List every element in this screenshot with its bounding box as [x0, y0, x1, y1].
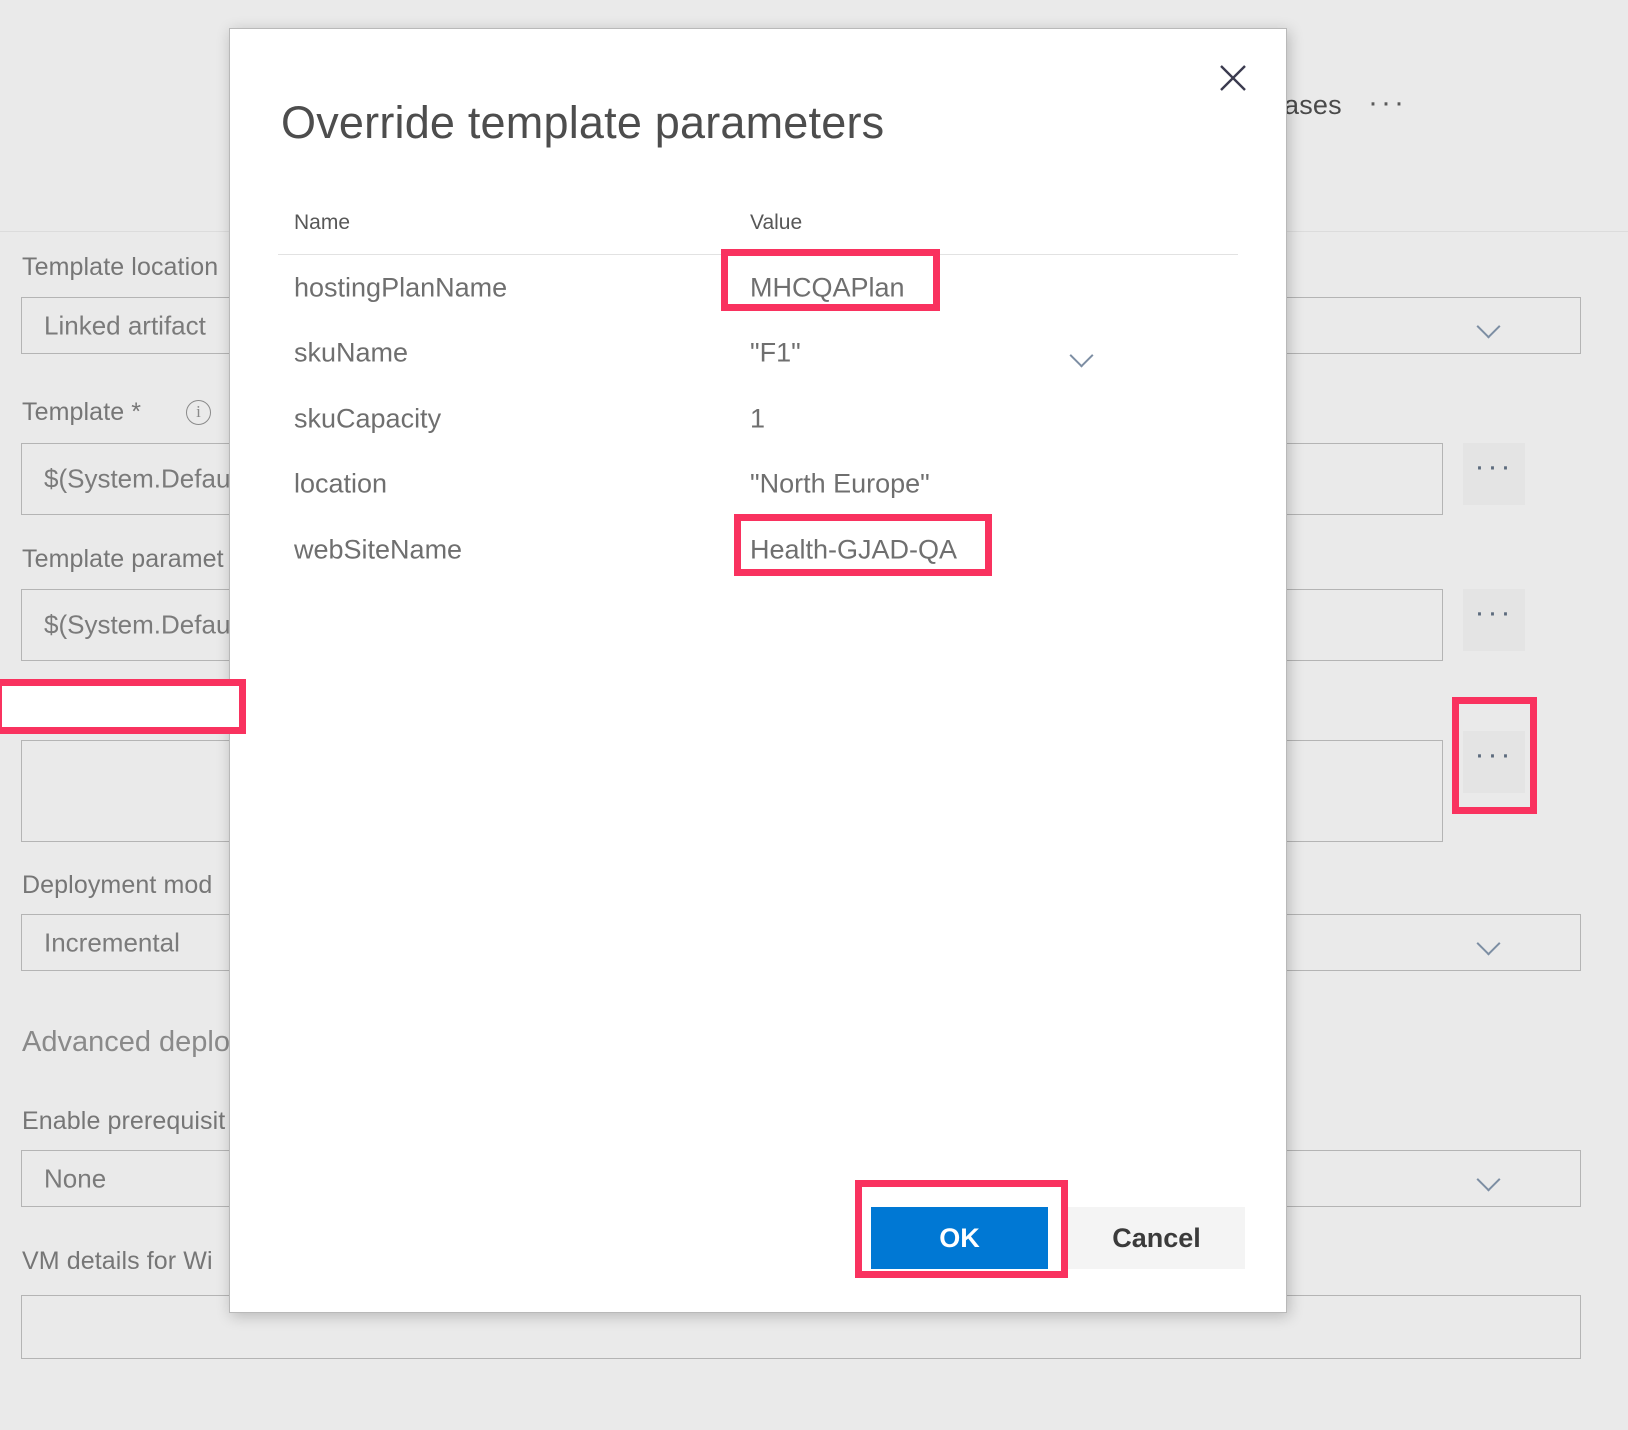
table-row: location "North Europe"	[278, 452, 1238, 518]
table-row: skuName "F1"	[278, 321, 1238, 387]
field-template-parameters-value: $(System.Defau	[44, 609, 231, 640]
browse-button-override-template-parameters[interactable]: ···	[1463, 731, 1525, 793]
param-name-hostingPlanName: hostingPlanName	[294, 272, 508, 303]
header-title-fragment: ases	[1284, 90, 1342, 120]
chevron-down-icon	[1480, 318, 1502, 340]
table-row: webSiteName Health-GJAD-QA	[278, 517, 1238, 583]
param-name-location: location	[294, 468, 388, 499]
label-template-location: Template location	[22, 253, 219, 281]
screen-root: ases ··· Template location Linked artifa…	[0, 0, 1628, 1430]
label-vm-details: VM details for Wi	[22, 1247, 213, 1275]
info-icon[interactable]: i	[186, 400, 211, 425]
table-header-row: Name Value	[278, 211, 1238, 255]
header-overflow-menu-icon[interactable]: ···	[1368, 88, 1407, 118]
override-template-parameters-dialog: Override template parameters Name Value …	[229, 28, 1287, 1313]
chevron-down-icon[interactable]	[1073, 347, 1093, 367]
param-value-skuName[interactable]: "F1"	[750, 338, 801, 369]
param-value-location[interactable]: "North Europe"	[750, 469, 930, 500]
param-value-webSiteName[interactable]: Health-GJAD-QA	[750, 534, 957, 565]
dialog-title: Override template parameters	[281, 97, 885, 148]
column-header-name: Name	[294, 211, 351, 234]
param-value-skuCapacity[interactable]: 1	[750, 403, 765, 434]
field-template-location-value: Linked artifact	[44, 310, 206, 340]
dialog-footer: OK Cancel	[230, 1192, 1286, 1312]
field-deployment-mode-value: Incremental	[44, 927, 180, 957]
chevron-down-icon	[1480, 1171, 1502, 1193]
label-template-parameters: Template paramet	[22, 545, 224, 573]
chevron-down-icon	[1480, 935, 1502, 957]
browse-button-template-parameters[interactable]: ···	[1463, 589, 1525, 651]
label-override-template-parameters: Override template	[22, 693, 223, 721]
browse-button-template[interactable]: ···	[1463, 443, 1525, 505]
field-template-value: $(System.Defau	[44, 463, 231, 494]
column-header-value: Value	[750, 211, 803, 234]
field-enable-prerequisites-value: None	[44, 1163, 107, 1193]
table-row: skuCapacity 1	[278, 386, 1238, 452]
param-name-skuName: skuName	[294, 337, 409, 368]
parameters-table: Name Value hostingPlanName MHCQAPlan sku…	[278, 211, 1238, 583]
param-name-webSiteName: webSiteName	[294, 534, 463, 565]
param-value-hostingPlanName[interactable]: MHCQAPlan	[750, 272, 905, 303]
cancel-button[interactable]: Cancel	[1068, 1207, 1245, 1269]
close-icon[interactable]	[1210, 55, 1256, 101]
section-header-advanced-deployment: Advanced deplo	[22, 1026, 230, 1058]
table-row: hostingPlanName MHCQAPlan	[278, 255, 1238, 321]
label-enable-prerequisites: Enable prerequisit	[22, 1107, 226, 1135]
ok-button[interactable]: OK	[871, 1207, 1048, 1269]
label-template: Template *	[22, 398, 142, 426]
param-name-skuCapacity: skuCapacity	[294, 403, 442, 434]
label-deployment-mode: Deployment mod	[22, 871, 213, 899]
